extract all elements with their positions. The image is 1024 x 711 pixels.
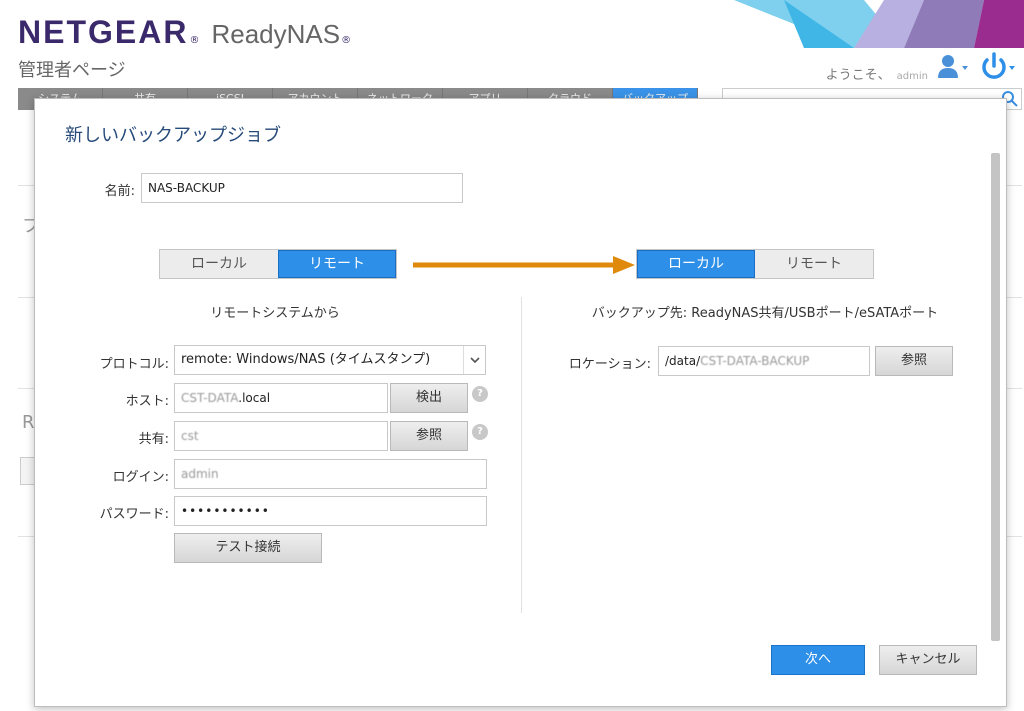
location-label: ロケーション:	[568, 357, 651, 372]
password-label: パスワード:	[99, 507, 169, 522]
backup-job-dialog: 新しいバックアップジョブ 名前: NAS-BACKUP ローカル リモート ロー…	[34, 98, 1007, 707]
protocol-select[interactable]: remote: Windows/NAS (タイムスタンプ)	[174, 345, 486, 375]
brand-name: NETGEAR	[18, 14, 189, 50]
source-remote-option[interactable]: リモート	[278, 250, 396, 278]
product-name: ReadyNAS	[211, 19, 341, 49]
background-text: R	[22, 412, 35, 433]
location-field[interactable]: /data/CST-DATA-BACKUP	[658, 346, 870, 376]
user-icon	[938, 55, 968, 78]
header-banner-graphic	[734, 0, 1024, 48]
power-icon	[982, 52, 1015, 79]
destination-remote-option[interactable]: リモート	[755, 250, 873, 278]
location-browse-button[interactable]: 参照	[875, 346, 953, 376]
protocol-value: remote: Windows/NAS (タイムスタンプ)	[181, 352, 431, 367]
dialog-title: 新しいバックアップジョブ	[65, 125, 281, 146]
power-menu-button[interactable]	[978, 52, 1018, 82]
host-label: ホスト:	[125, 394, 169, 409]
chevron-down-icon	[962, 66, 968, 70]
share-field[interactable]: cst	[174, 421, 388, 451]
source-heading: リモートシステムから	[210, 306, 340, 321]
welcome-text: ようこそ、 admin	[825, 68, 928, 83]
scrollbar[interactable]	[991, 153, 1000, 641]
help-icon[interactable]: ?	[472, 424, 488, 440]
destination-toggle: ローカル リモート	[636, 249, 874, 279]
help-icon[interactable]: ?	[472, 386, 488, 402]
host-field[interactable]: CST-DATA.local	[174, 383, 388, 413]
login-field[interactable]: admin	[174, 459, 487, 489]
login-label: ログイン:	[112, 470, 169, 485]
protocol-label: プロトコル:	[99, 357, 169, 372]
name-field[interactable]: NAS-BACKUP	[141, 173, 463, 203]
cancel-button[interactable]: キャンセル	[879, 645, 977, 675]
page-title: 管理者ページ	[18, 60, 126, 81]
name-label: 名前:	[104, 184, 135, 199]
share-label: 共有:	[138, 432, 169, 447]
destination-local-option[interactable]: ローカル	[637, 250, 755, 278]
test-connection-button[interactable]: テスト接続	[174, 533, 322, 563]
share-browse-button[interactable]: 参照	[390, 421, 468, 451]
source-local-option[interactable]: ローカル	[160, 250, 278, 278]
arrow-right-icon	[413, 256, 635, 274]
source-toggle: ローカル リモート	[159, 249, 397, 279]
column-divider	[521, 297, 522, 613]
username: admin	[896, 71, 928, 82]
destination-heading: バックアップ先: ReadyNAS共有/USBポート/eSATAポート	[591, 306, 939, 321]
user-menu-button[interactable]	[936, 52, 970, 82]
detect-button[interactable]: 検出	[390, 383, 468, 413]
next-button[interactable]: 次へ	[771, 645, 865, 675]
brand-logo: NETGEAR ® ReadyNAS ®	[18, 14, 352, 50]
password-field[interactable]: •••••••••••	[174, 496, 487, 526]
chevron-down-icon	[463, 346, 485, 374]
